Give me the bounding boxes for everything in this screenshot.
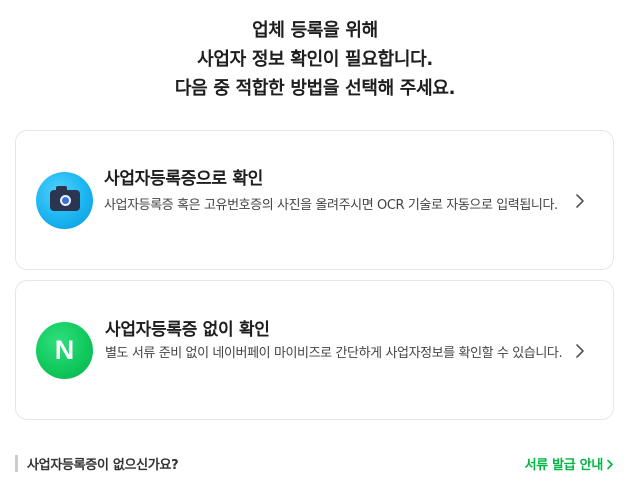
naver-n-letter: N [54, 335, 75, 365]
option-description: 별도 서류 준비 없이 네이버페이 마이비즈로 간단하게 사업자정보를 확인할 … [105, 346, 563, 361]
footer: 사업자등록증이 없으신가요? 서류 발급 안내 [15, 452, 614, 476]
footer-divider [15, 455, 18, 472]
heading-line-1: 업체 등록을 위해 [252, 20, 378, 41]
heading-line-3: 다음 중 적합한 방법을 선택해 주세요. [174, 78, 456, 99]
no-registration-question: 사업자등록증이 없으신가요? [27, 458, 179, 473]
naver-n-icon: N [36, 322, 93, 379]
option-title: 사업자등록증으로 확인 [104, 169, 264, 189]
business-verification-page: 업체 등록을 위해 사업자 정보 확인이 필요합니다. 다음 중 적합한 방법을… [0, 0, 630, 489]
chevron-right-icon [576, 194, 584, 208]
ocr-verification-option[interactable]: 사업자등록증으로 확인 사업자등록증 혹은 고유번호증의 사진을 올려주시면 O… [15, 130, 614, 270]
option-title: 사업자등록증 없이 확인 [105, 320, 270, 340]
page-heading: 업체 등록을 위해 사업자 정보 확인이 필요합니다. 다음 중 적합한 방법을… [0, 16, 630, 103]
heading-line-2: 사업자 정보 확인이 필요합니다. [197, 49, 433, 70]
document-issuance-guide-link[interactable]: 서류 발급 안내 [525, 454, 614, 473]
chevron-right-icon [607, 459, 613, 470]
chevron-right-icon [576, 344, 584, 358]
camera-icon [36, 172, 93, 229]
naver-verification-option[interactable]: N 사업자등록증 없이 확인 별도 서류 준비 없이 네이버페이 마이비즈로 간… [15, 280, 614, 420]
option-description: 사업자등록증 혹은 고유번호증의 사진을 올려주시면 OCR 기술로 자동으로 … [104, 198, 558, 213]
link-label: 서류 발급 안내 [524, 458, 604, 473]
